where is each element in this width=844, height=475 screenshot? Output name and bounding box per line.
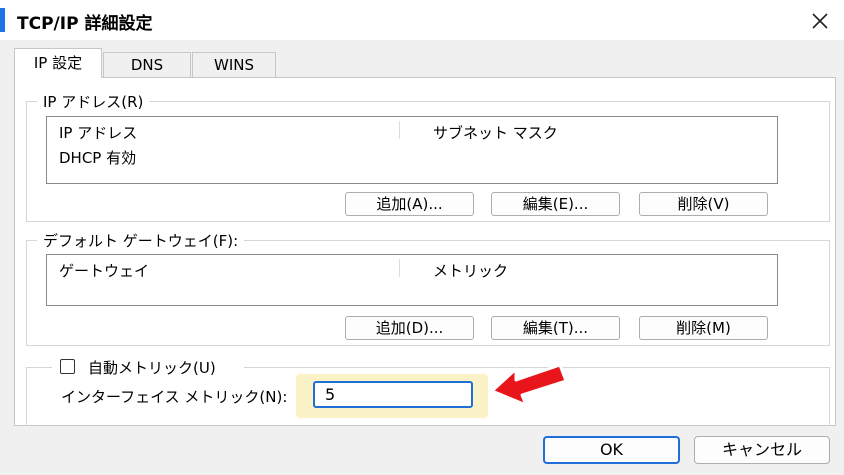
column-separator[interactable] <box>399 121 400 139</box>
gateway-delete-button[interactable]: 削除(M) <box>639 316 768 340</box>
red-arrow-icon <box>490 363 568 407</box>
ip-address-group-label: IP アドレス(R) <box>37 91 150 112</box>
title-bar: TCP/IP 詳細設定 <box>0 0 844 40</box>
gateway-edit-button[interactable]: 編集(T)... <box>491 316 620 340</box>
ok-button[interactable]: OK <box>543 436 680 464</box>
gateway-col-header-gateway[interactable]: ゲートウェイ <box>59 260 149 281</box>
close-button[interactable] <box>798 0 844 40</box>
gateway-col-header-metric[interactable]: メトリック <box>433 260 508 281</box>
tab-ip-settings[interactable]: IP 設定 <box>14 48 102 78</box>
ip-col-header-address[interactable]: IP アドレス <box>59 122 137 143</box>
gateway-list[interactable]: ゲートウェイ メトリック <box>46 254 778 306</box>
gateway-group-label: デフォルト ゲートウェイ(F): <box>37 230 245 251</box>
auto-metric-label[interactable]: 自動メトリック(U) <box>88 357 216 378</box>
window-title: TCP/IP 詳細設定 <box>17 14 153 34</box>
column-separator[interactable] <box>399 259 400 277</box>
title-accent <box>0 8 5 32</box>
interface-metric-input[interactable]: 5 <box>313 381 473 408</box>
tab-dns[interactable]: DNS <box>103 52 191 77</box>
tab-wins[interactable]: WINS <box>192 52 276 77</box>
gateway-add-button[interactable]: 追加(D)... <box>345 316 474 340</box>
interface-metric-label: インターフェイス メトリック(N): <box>61 388 288 406</box>
ip-address-list[interactable]: IP アドレス サブネット マスク DHCP 有効 <box>46 116 778 184</box>
ip-delete-button[interactable]: 削除(V) <box>639 192 768 216</box>
ip-add-button[interactable]: 追加(A)... <box>345 192 474 216</box>
ip-col-header-subnet[interactable]: サブネット マスク <box>433 122 558 143</box>
cancel-button[interactable]: キャンセル <box>694 436 830 464</box>
auto-metric-checkbox[interactable] <box>60 359 75 374</box>
list-item[interactable]: DHCP 有効 <box>59 147 136 168</box>
ip-edit-button[interactable]: 編集(E)... <box>491 192 620 216</box>
close-icon <box>812 13 828 29</box>
